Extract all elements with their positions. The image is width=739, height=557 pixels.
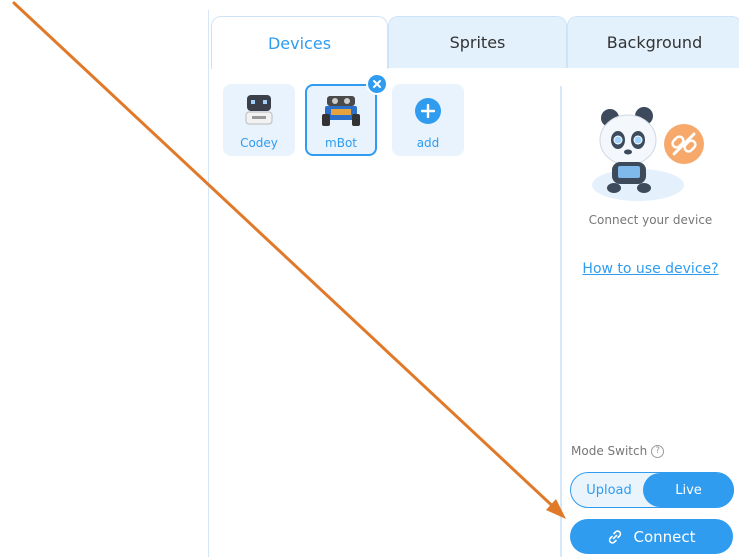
- plus-circle-icon[interactable]: [415, 98, 441, 124]
- tab-background[interactable]: Background: [567, 16, 739, 68]
- mode-switch-label-row: Mode Switch ?: [571, 444, 665, 458]
- mbot-robot-icon: [322, 96, 360, 126]
- panda-illustration: [588, 100, 708, 210]
- connect-button-label: Connect: [633, 527, 696, 546]
- mode-switch-label: Mode Switch: [571, 444, 648, 458]
- codey-robot-icon: [245, 95, 273, 125]
- device-card-mbot[interactable]: mBot: [305, 84, 377, 156]
- help-question-icon[interactable]: ?: [651, 444, 665, 458]
- link-icon: [609, 529, 622, 544]
- how-to-use-device-link[interactable]: How to use device?: [562, 261, 739, 277]
- mode-toggle[interactable]: Upload Live: [570, 472, 734, 508]
- mode-live-option[interactable]: Live: [643, 473, 734, 507]
- tab-sprites[interactable]: Sprites: [388, 16, 567, 68]
- add-device-label: add: [416, 136, 440, 150]
- remove-device-close-icon[interactable]: [366, 73, 388, 95]
- connect-device-text: Connect your device: [588, 213, 713, 227]
- device-card-codey[interactable]: Codey: [223, 84, 295, 156]
- mode-upload-option[interactable]: Upload: [571, 473, 647, 507]
- connect-button[interactable]: Connect: [570, 519, 733, 554]
- panel-divider: [560, 86, 562, 557]
- device-label-mbot: mBot: [325, 136, 357, 150]
- tab-devices[interactable]: Devices: [211, 16, 388, 69]
- device-label-codey: Codey: [240, 136, 278, 150]
